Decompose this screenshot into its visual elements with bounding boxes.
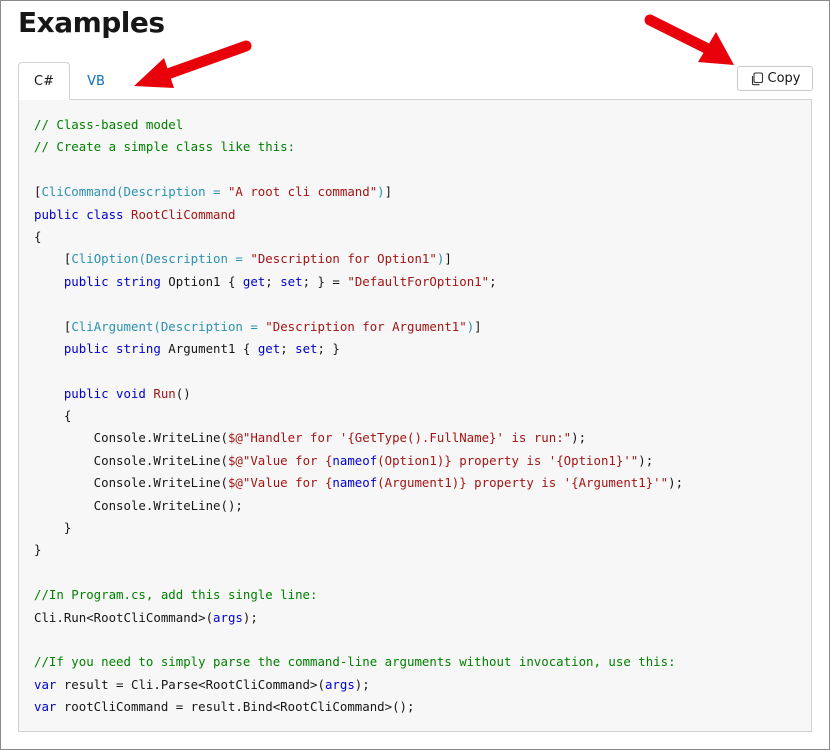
code-line: var result = Cli.Parse<RootCliCommand>(a… (34, 674, 683, 696)
code-line: //In Program.cs, add this single line: (34, 584, 683, 606)
code-token: ; } (317, 340, 340, 356)
code-token: Option1 { (168, 273, 243, 289)
code-token: args (324, 676, 355, 692)
code-token: ); (668, 475, 684, 491)
code-token: rootCliCommand = result.Bind<RootCliComm… (63, 699, 415, 715)
code-line: public string Option1 { get; set; } = "D… (34, 271, 683, 293)
code-token: "DefaultForOption1" (347, 273, 490, 289)
code-token: CliArgument(Description = (71, 318, 266, 334)
code-line: public class RootCliCommand (34, 204, 683, 226)
copy-button-label: Copy (767, 71, 801, 86)
code-token: Cli.Run<RootCliCommand>( (34, 609, 214, 625)
code-token: { (34, 228, 42, 244)
code-line: // Class-based model (34, 114, 683, 136)
code-line: //If you need to simply parse the comman… (34, 651, 683, 673)
code-token: result = Cli.Parse<RootCliCommand>( (63, 676, 325, 692)
code-token: (Option1)} property is '{Option1}'" (377, 452, 639, 468)
code-token: } (34, 520, 72, 536)
code-token: public string (34, 340, 169, 356)
code-token: //If you need to simply parse the comman… (34, 654, 676, 670)
code-token: { (34, 408, 72, 424)
code-token: set (280, 273, 303, 289)
code-token: ] (474, 318, 482, 334)
code-token: ; (280, 340, 296, 356)
code-token: ) (377, 184, 385, 200)
code-token: ; } = (302, 273, 348, 289)
copy-icon (750, 71, 764, 86)
code-token: Run (153, 385, 176, 401)
code-line: Console.WriteLine($@"Handler for '{GetTy… (34, 427, 683, 449)
code-line: [CliCommand(Description = "A root cli co… (34, 181, 683, 203)
code-token: Console.WriteLine( (34, 430, 228, 446)
code-token: $@"Value for { (227, 452, 333, 468)
code-token: CliCommand(Description = (41, 184, 228, 200)
code-token: [ (34, 318, 72, 334)
code-block: // Class-based model // Create a simple c… (34, 114, 683, 719)
code-line: Console.WriteLine(); (34, 495, 683, 517)
tab-vb[interactable]: VB (70, 62, 122, 100)
code-token: nameof (332, 452, 378, 468)
code-line: var rootCliCommand = result.Bind<RootCli… (34, 696, 683, 718)
code-token: get (242, 273, 266, 289)
code-token: ] (384, 184, 393, 200)
code-line: Console.WriteLine($@"Value for {nameof(A… (34, 472, 683, 494)
code-line: Cli.Run<RootCliCommand>(args); (34, 607, 683, 629)
code-token: nameof (332, 475, 378, 491)
page-title: Examples (18, 6, 165, 39)
code-line: [CliArgument(Description = "Description … (34, 316, 683, 338)
code-token: Console.WriteLine(); (34, 497, 243, 513)
code-token: ); (242, 609, 258, 625)
code-token: $@"Value for { (227, 475, 333, 491)
arrow-pointing-to-copy-icon (644, 14, 734, 65)
code-token: var (34, 676, 64, 692)
code-line: [CliOption(Description = "Description fo… (34, 248, 683, 270)
code-line: } (34, 539, 683, 561)
code-token: ] (444, 251, 452, 267)
code-token: "Description for Option1" (250, 251, 437, 267)
arrow-pointing-to-tabs-icon (134, 40, 252, 88)
code-line: { (34, 226, 683, 248)
code-token: $@"Handler for '{GetType().FullName}' is… (227, 430, 572, 446)
code-token: public class (34, 206, 131, 222)
code-token: Console.WriteLine( (34, 475, 228, 491)
code-token: set (295, 340, 318, 356)
code-token: args (213, 609, 243, 625)
code-token: // Create a simple class like this: (34, 139, 296, 155)
code-token: () (175, 385, 191, 401)
code-token: RootCliCommand (130, 206, 236, 222)
code-line: Console.WriteLine($@"Value for {nameof(O… (34, 450, 683, 472)
tab-csharp[interactable]: C# (18, 62, 70, 100)
code-line: // Create a simple class like this: (34, 136, 683, 158)
code-line: { (34, 405, 683, 427)
code-token: var (34, 699, 64, 715)
code-token: ); (571, 430, 587, 446)
code-token: get (257, 340, 281, 356)
code-token: (Argument1)} property is '{Argument1}'" (377, 475, 669, 491)
code-token: CliOption(Description = (71, 251, 251, 267)
code-token: "A root cli command" (227, 184, 378, 200)
code-token: "Description for Argument1" (265, 318, 467, 334)
code-token: public void (34, 385, 154, 401)
copy-button[interactable]: Copy (737, 66, 813, 91)
code-line: } (34, 517, 683, 539)
code-token: //In Program.cs, add this single line: (34, 587, 318, 603)
code-token: ); (638, 452, 654, 468)
code-token: [ (34, 251, 72, 267)
code-token: Console.WriteLine( (34, 452, 228, 468)
code-token: ); (354, 676, 370, 692)
code-token: } (34, 542, 42, 558)
code-token: ; (265, 273, 281, 289)
code-line: public void Run() (34, 383, 683, 405)
code-token: // Class-based model (34, 117, 184, 132)
code-token: Argument1 { (168, 340, 258, 356)
code-line: public string Argument1 { get; set; } (34, 338, 683, 360)
code-token: public string (34, 273, 169, 289)
code-token: ; (489, 273, 497, 289)
